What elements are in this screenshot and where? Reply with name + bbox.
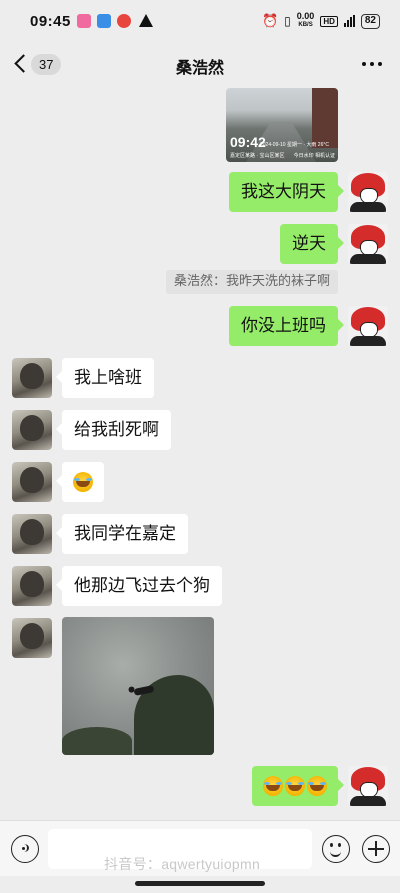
net-speed: 0.00 KB/S xyxy=(297,12,315,30)
laugh-cry-emoji-icon xyxy=(73,472,93,492)
chat-title: 桑浩然 xyxy=(175,58,224,77)
avatar-contact[interactable] xyxy=(12,618,52,658)
image-watermark-location: 嘉定区某路 · 宝山区某区 xyxy=(230,153,285,159)
message-bubble-incoming[interactable]: 我同学在嘉定 xyxy=(56,514,188,554)
message-bubble-incoming[interactable]: 给我刮死啊 xyxy=(56,410,171,450)
hd-badge: HD xyxy=(320,15,338,27)
avatar-contact[interactable] xyxy=(12,358,52,398)
more-options-icon[interactable] xyxy=(362,62,382,66)
message-bubble-outgoing[interactable]: 逆天 xyxy=(280,224,344,264)
avatar-contact[interactable] xyxy=(12,566,52,606)
message-bubble-incoming[interactable]: 我上啥班 xyxy=(56,358,154,398)
voice-input-icon[interactable] xyxy=(11,835,39,863)
avatar-contact[interactable] xyxy=(12,410,52,450)
laugh-cry-emoji-icon xyxy=(285,776,305,796)
image-watermark-text: 2024-09-10 星期一 · 大雨 26°C xyxy=(260,142,329,148)
emoji-picker-icon[interactable] xyxy=(322,835,350,863)
laugh-cry-emoji-icon xyxy=(263,776,283,796)
status-right: ⏰ ▯ 0.00 KB/S HD 82 xyxy=(262,12,380,30)
chat-header: 37 桑浩然 xyxy=(0,42,400,86)
message-bubble-outgoing[interactable]: 我这大阴天 xyxy=(229,172,344,212)
add-attachment-icon[interactable] xyxy=(362,835,390,863)
avatar-self[interactable] xyxy=(348,172,388,212)
vibrate-icon: ▯ xyxy=(284,14,291,28)
quoted-message[interactable]: 桑浩然：我昨天洗的袜子啊 xyxy=(165,270,338,294)
laugh-cry-emoji-icon xyxy=(307,776,327,796)
battery-icon: 82 xyxy=(360,13,380,29)
avatar-contact[interactable] xyxy=(12,514,52,554)
app-notification-icon xyxy=(77,14,91,28)
app-notification-icon xyxy=(117,14,131,28)
net-speed-unit: KB/S xyxy=(298,22,313,28)
douyin-watermark: 抖音号：aqwertyuiopmn xyxy=(104,856,261,872)
avatar-self[interactable] xyxy=(348,306,388,346)
signal-icon xyxy=(343,15,355,27)
chat-image-street[interactable]: 09:42 2024-09-10 星期一 · 大雨 26°C 嘉定区某路 · 宝… xyxy=(226,88,338,162)
home-indicator[interactable] xyxy=(135,881,265,886)
app-notification-icon xyxy=(97,14,111,28)
message-bubble-outgoing[interactable]: 你没上班吗 xyxy=(229,306,344,346)
message-bubble-outgoing[interactable] xyxy=(252,766,344,806)
alarm-icon: ⏰ xyxy=(261,13,279,28)
message-bubble-incoming[interactable]: 他那边飞过去个狗 xyxy=(56,566,222,606)
message-bubble-incoming[interactable] xyxy=(56,462,104,502)
chat-image-sky[interactable] xyxy=(62,617,214,755)
warning-icon xyxy=(139,14,153,27)
status-app-icons xyxy=(77,14,153,28)
avatar-contact[interactable] xyxy=(12,462,52,502)
avatar-self[interactable] xyxy=(348,224,388,264)
image-watermark-logo: 今日水印 相机认证 xyxy=(293,153,335,159)
status-bar: 09:45 ⏰ ▯ 0.00 KB/S HD 82 xyxy=(0,0,400,42)
net-speed-value: 0.00 xyxy=(296,11,315,21)
avatar-self[interactable] xyxy=(348,766,388,806)
status-time: 09:45 xyxy=(30,13,71,30)
